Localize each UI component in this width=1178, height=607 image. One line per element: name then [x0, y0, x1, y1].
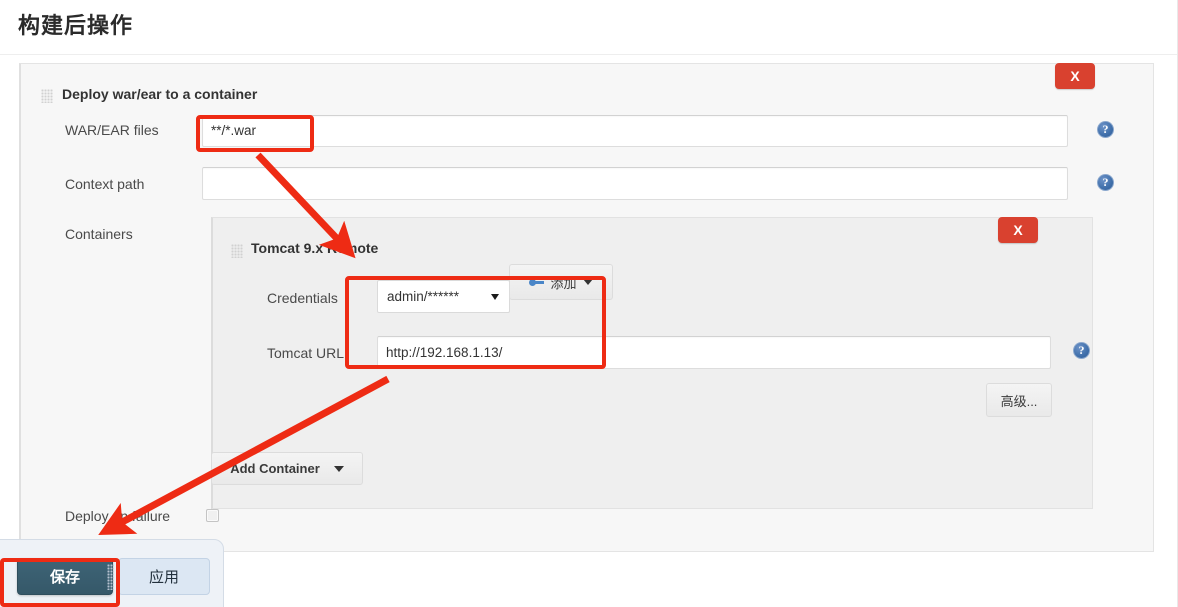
chevron-down-icon: [582, 279, 593, 285]
help-icon-context-path[interactable]: ?: [1097, 174, 1114, 191]
add-credentials-button[interactable]: 添加: [509, 264, 613, 300]
deploy-block-panel: Deploy war/ear to a container X WAR/EAR …: [19, 63, 1154, 552]
container-title: Tomcat 9.x Remote: [251, 240, 379, 256]
header-divider: [0, 54, 1178, 55]
help-icon-war-files[interactable]: ?: [1097, 121, 1114, 138]
add-container-label: Add Container: [230, 461, 320, 476]
chevron-down-icon: [333, 465, 344, 472]
drag-handle-icon[interactable]: [41, 89, 53, 103]
chevron-down-icon: [491, 293, 499, 300]
help-icon-tomcat-url[interactable]: ?: [1073, 342, 1090, 359]
advanced-button[interactable]: 高级...: [986, 383, 1052, 417]
page-title: 构建后操作: [18, 13, 134, 38]
deploy-on-failure-label: Deploy on failure: [65, 508, 171, 524]
credentials-select-value: admin/******: [387, 289, 460, 304]
apply-button[interactable]: 应用: [118, 558, 210, 595]
sticky-action-bar: 保存 应用: [0, 539, 224, 607]
container-drag-handle-icon[interactable]: [231, 244, 243, 258]
add-container-button[interactable]: Add Container: [211, 452, 363, 485]
remove-container-button[interactable]: X: [998, 217, 1038, 243]
context-path-input[interactable]: [202, 167, 1068, 200]
screen-root: 构建后操作 Deploy war/ear to a container X WA…: [0, 0, 1178, 607]
save-button[interactable]: 保存: [17, 558, 113, 595]
remove-block-button[interactable]: X: [1055, 63, 1095, 89]
credentials-select[interactable]: admin/******: [377, 280, 510, 313]
war-files-label: WAR/EAR files: [65, 122, 159, 138]
war-files-input[interactable]: **/*.war: [202, 115, 1068, 147]
tomcat-url-input[interactable]: http://192.168.1.13/: [377, 336, 1051, 369]
add-credentials-label: 添加: [550, 275, 577, 291]
context-path-label: Context path: [65, 176, 145, 192]
credentials-label: Credentials: [267, 290, 338, 306]
block-title: Deploy war/ear to a container: [62, 86, 258, 102]
tomcat-url-label: Tomcat URL: [267, 345, 345, 361]
containers-label: Containers: [65, 226, 133, 242]
key-icon: [529, 278, 545, 287]
deploy-on-failure-checkbox[interactable]: [206, 509, 219, 522]
action-bar-drag-handle-icon[interactable]: [107, 564, 114, 590]
